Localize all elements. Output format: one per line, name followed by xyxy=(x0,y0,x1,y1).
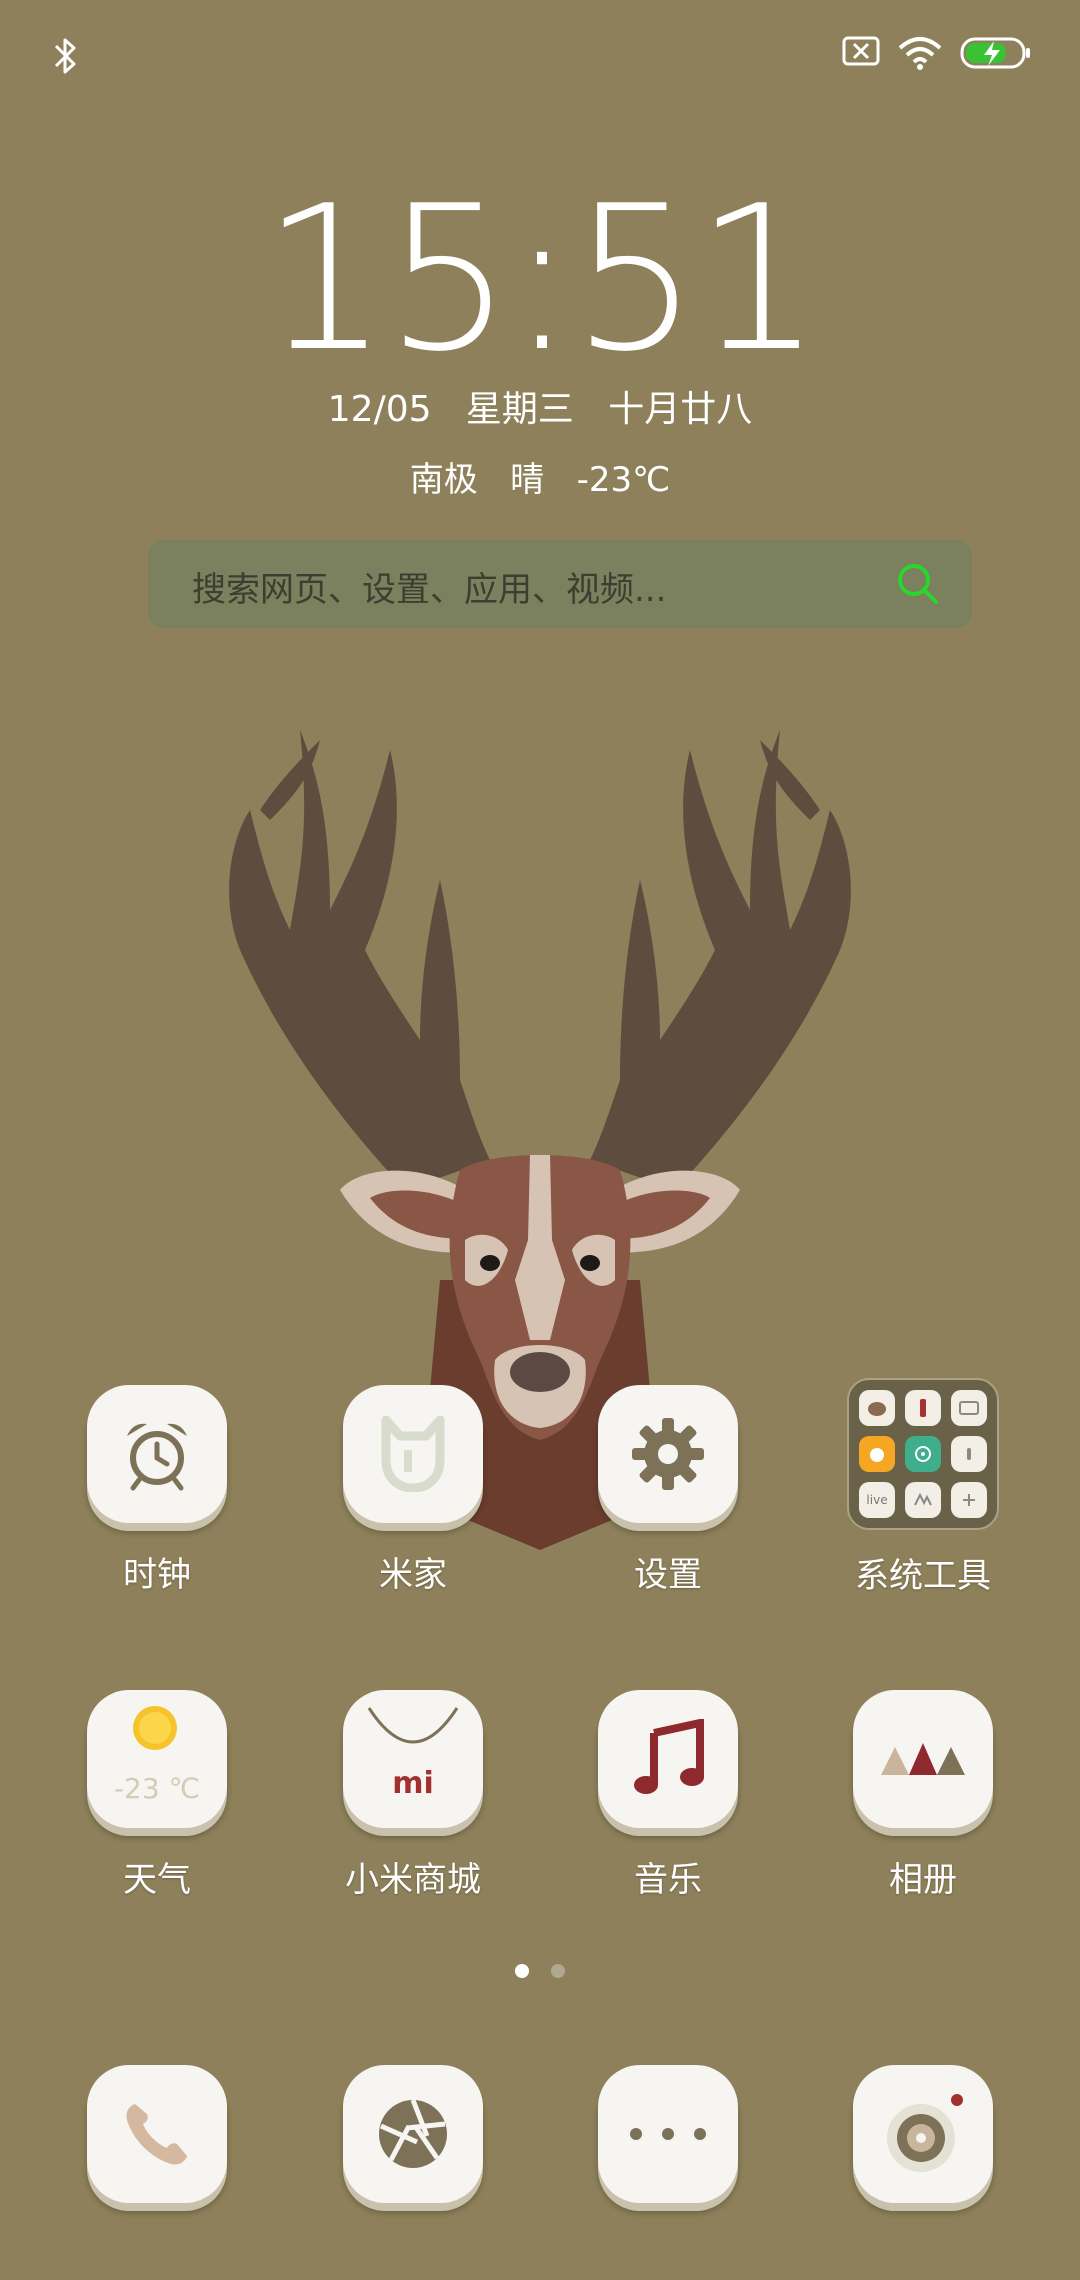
mini-app-icon xyxy=(859,1436,895,1472)
camera-icon xyxy=(887,2094,963,2172)
weekday: 星期三 xyxy=(465,389,574,430)
dock-aperture[interactable] xyxy=(313,2065,513,2203)
wifi-icon xyxy=(898,37,942,70)
more-dots-icon xyxy=(630,2128,706,2140)
sim-error-icon xyxy=(842,36,880,66)
search-bar[interactable]: 搜索网页、设置、应用、视频... xyxy=(148,540,972,628)
folder-icon[interactable]: live xyxy=(847,1378,999,1530)
app-clock[interactable]: 时钟 xyxy=(57,1385,257,1596)
gear-icon xyxy=(632,1418,704,1490)
battery-charging-icon xyxy=(960,37,1030,69)
alarm-clock-icon xyxy=(127,1423,187,1491)
app-label: 天气 xyxy=(123,1860,191,1900)
date: 12/05 xyxy=(327,389,432,430)
folder-system-tools[interactable]: live 系统工具 xyxy=(823,1378,1023,1597)
weather-tile[interactable]: -23 ℃ xyxy=(87,1690,227,1828)
mini-app-icon xyxy=(859,1390,895,1426)
app-music[interactable]: 音乐 xyxy=(568,1690,768,1901)
gallery-icon xyxy=(881,1743,965,1775)
dock-more[interactable] xyxy=(568,2065,768,2203)
app-label: 相册 xyxy=(889,1860,957,1900)
weather-tile-temperature: -23 ℃ xyxy=(113,1772,201,1805)
app-label: 音乐 xyxy=(634,1860,702,1900)
page-indicator xyxy=(0,1964,1080,1978)
page-dot-active[interactable] xyxy=(515,1964,529,1978)
mini-app-icon xyxy=(905,1482,941,1518)
lock-clock[interactable]: 15:51 xyxy=(0,175,1080,385)
date-line[interactable]: 12/05 星期三 十月廿八 xyxy=(0,380,1080,432)
deer-nose xyxy=(510,1352,570,1392)
aperture-icon xyxy=(379,2099,447,2168)
phone-icon xyxy=(126,2104,187,2165)
mini-app-icon xyxy=(951,1482,987,1518)
weather-sun-icon xyxy=(133,1706,177,1750)
mini-app-icon: live xyxy=(859,1482,895,1518)
app-label: 系统工具 xyxy=(855,1556,991,1596)
app-mijia[interactable]: 米家 xyxy=(313,1385,513,1596)
mini-app-icon xyxy=(905,1390,941,1426)
antlers xyxy=(229,730,851,1190)
weather-temperature: -23℃ xyxy=(576,460,671,500)
weather-location: 南极 xyxy=(409,460,478,500)
gallery-tile[interactable] xyxy=(853,1690,993,1828)
app-settings[interactable]: 设置 xyxy=(568,1385,768,1596)
app-label: 时钟 xyxy=(123,1555,191,1595)
app-gallery[interactable]: 相册 xyxy=(823,1690,1023,1901)
app-label: 设置 xyxy=(634,1555,702,1595)
settings-tile[interactable] xyxy=(598,1385,738,1523)
lunar-date: 十月廿八 xyxy=(608,389,753,430)
status-bar xyxy=(0,0,1080,110)
bluetooth-icon xyxy=(54,38,76,74)
mini-app-icon xyxy=(951,1436,987,1472)
weather-condition: 晴 xyxy=(510,460,545,500)
search-placeholder: 搜索网页、设置、应用、视频... xyxy=(192,570,667,610)
app-weather[interactable]: -23 ℃ 天气 xyxy=(57,1690,257,1901)
music-note-icon xyxy=(634,1719,704,1794)
mini-app-icon xyxy=(951,1390,987,1426)
mi-store-icon xyxy=(367,1707,459,1744)
dock-camera[interactable] xyxy=(823,2065,1023,2203)
deer-left-eye xyxy=(480,1255,500,1271)
app-label: 米家 xyxy=(379,1555,447,1595)
mi-logo: mi xyxy=(392,1766,434,1801)
phone-tile[interactable] xyxy=(87,2065,227,2203)
dock-phone[interactable] xyxy=(57,2065,257,2203)
search-icon[interactable] xyxy=(894,560,942,608)
camera-tile[interactable] xyxy=(853,2065,993,2203)
app-mi-store[interactable]: mi 小米商城 xyxy=(313,1690,513,1901)
aperture-tile[interactable] xyxy=(343,2065,483,2203)
clock-tile[interactable] xyxy=(87,1385,227,1523)
mi-store-tile[interactable]: mi xyxy=(343,1690,483,1828)
weather-line[interactable]: 南极 晴 -23℃ xyxy=(0,452,1080,501)
page-dot[interactable] xyxy=(551,1964,565,1978)
app-label: 小米商城 xyxy=(345,1860,481,1900)
music-tile[interactable] xyxy=(598,1690,738,1828)
more-tile[interactable] xyxy=(598,2065,738,2203)
deer-wallpaper xyxy=(229,730,851,1550)
mini-app-icon xyxy=(905,1436,941,1472)
mijia-tile[interactable] xyxy=(343,1385,483,1523)
deer-right-eye xyxy=(580,1255,600,1271)
mijia-icon xyxy=(381,1416,445,1492)
